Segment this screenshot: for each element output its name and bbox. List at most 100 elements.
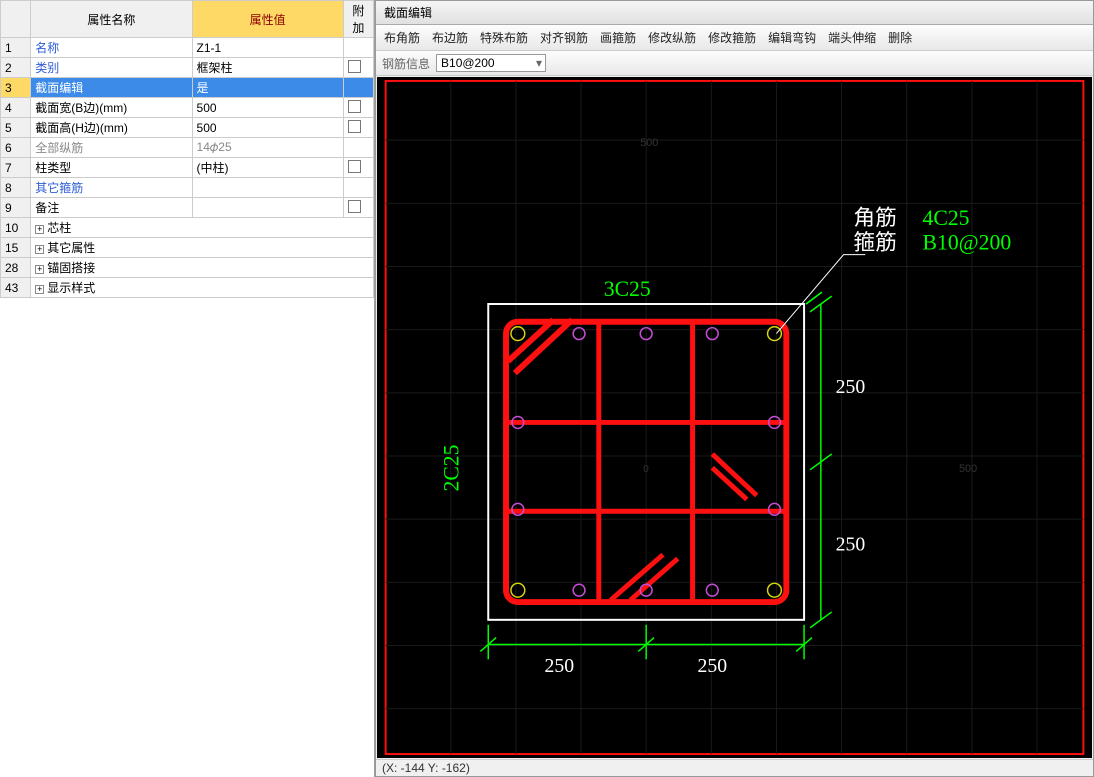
prop-row[interactable]: 3截面编辑是 [1, 78, 374, 98]
header-name[interactable]: 属性名称 [31, 1, 192, 38]
toolbar-button[interactable]: 布角筋 [384, 29, 420, 46]
header-value[interactable]: 属性值 [192, 1, 343, 38]
prop-name: 截面宽(B边)(mm) [35, 101, 127, 115]
prop-name: 显示样式 [47, 281, 95, 295]
expand-icon[interactable]: + [35, 285, 44, 294]
expand-icon[interactable]: + [35, 225, 44, 234]
prop-row[interactable]: 43+显示样式 [1, 278, 374, 298]
prop-name: 名称 [35, 41, 59, 55]
prop-name-cell[interactable]: 名称 [31, 38, 192, 58]
prop-name-cell[interactable]: 截面编辑 [31, 78, 192, 98]
prop-value-cell[interactable]: (中柱) [192, 158, 343, 178]
toolbar-rebar-info: 钢筋信息 B10@200 [376, 51, 1093, 76]
row-number: 6 [1, 138, 31, 158]
prop-row[interactable]: 4 截面宽(B边)(mm) 500 [1, 98, 374, 118]
dim-v1: 250 [836, 376, 866, 398]
legend1-lbl: 角筋 [853, 206, 896, 230]
prop-addon-cell[interactable] [343, 78, 373, 98]
toolbar-button[interactable]: 特殊布筋 [480, 29, 528, 46]
prop-row[interactable]: 9备注 [1, 198, 374, 218]
axis-y-label: 500 [959, 463, 977, 475]
addon-checkbox[interactable] [348, 160, 361, 173]
prop-addon-cell[interactable] [343, 178, 373, 198]
prop-row[interactable]: 7柱类型(中柱) [1, 158, 374, 178]
toolbar-button[interactable]: 编辑弯钩 [768, 29, 816, 46]
toolbar-button[interactable]: 布边筋 [432, 29, 468, 46]
grid: 500 500 0 [386, 81, 1084, 754]
prop-value-cell[interactable]: 是 [192, 78, 343, 98]
toolbar-button[interactable]: 删除 [888, 29, 912, 46]
prop-name-cell[interactable]: 备注 [31, 198, 192, 218]
property-panel: 属性名称 属性值 附加 1名称Z1-12类别框架柱3截面编辑是4截面宽(B边)(… [0, 0, 375, 777]
prop-row[interactable]: 6 全部纵筋 14𝜙25 [1, 138, 374, 158]
prop-name: 备注 [35, 201, 59, 215]
addon-checkbox[interactable] [348, 200, 361, 213]
row-number: 7 [1, 158, 31, 178]
prop-addon-cell[interactable] [343, 198, 373, 218]
prop-name: 芯柱 [47, 221, 71, 235]
prop-addon-cell[interactable] [343, 58, 373, 78]
row-number: 15 [1, 238, 31, 258]
prop-name-cell[interactable]: +其它属性 [31, 238, 374, 258]
expand-icon[interactable]: + [35, 265, 44, 274]
prop-name-cell[interactable]: 截面高(H边)(mm) [31, 118, 192, 138]
expand-icon[interactable]: + [35, 245, 44, 254]
row-number: 28 [1, 258, 31, 278]
prop-row[interactable]: 5截面高(H边)(mm)500 [1, 118, 374, 138]
header-addon[interactable]: 附加 [343, 1, 373, 38]
addon-checkbox[interactable] [348, 60, 361, 73]
prop-name-cell[interactable]: +锚固搭接 [31, 258, 374, 278]
label-left: 2C25 [440, 444, 464, 491]
header-blank [1, 1, 31, 38]
toolbar-button[interactable]: 修改纵筋 [648, 29, 696, 46]
prop-addon-cell[interactable] [343, 118, 373, 138]
prop-value-cell[interactable]: Z1-1 [192, 38, 343, 58]
prop-name-cell[interactable]: +显示样式 [31, 278, 374, 298]
prop-value-cell[interactable]: 500 [192, 118, 343, 138]
toolbar-button[interactable]: 修改箍筋 [708, 29, 756, 46]
prop-value-cell[interactable]: 500 [192, 98, 343, 118]
prop-addon-cell[interactable] [343, 98, 373, 118]
prop-addon-cell[interactable] [343, 38, 373, 58]
prop-row[interactable]: 1名称Z1-1 [1, 38, 374, 58]
addon-checkbox[interactable] [348, 120, 361, 133]
prop-row[interactable]: 8其它箍筋 [1, 178, 374, 198]
dim-h2: 250 [697, 655, 727, 677]
prop-addon-cell[interactable] [343, 138, 373, 158]
section-editor-panel: 截面编辑 布角筋布边筋特殊布筋对齐钢筋画箍筋修改纵筋修改箍筋编辑弯钩端头伸缩删除… [375, 0, 1094, 777]
section-canvas[interactable]: 500 500 0 [377, 77, 1092, 758]
rebar-info-combo[interactable]: B10@200 [436, 54, 546, 72]
property-table: 属性名称 属性值 附加 1名称Z1-12类别框架柱3截面编辑是4截面宽(B边)(… [0, 0, 374, 298]
prop-name: 全部纵筋 [35, 141, 83, 155]
prop-name-cell[interactable]: +芯柱 [31, 218, 374, 238]
prop-value-cell[interactable] [192, 178, 343, 198]
prop-row[interactable]: 2类别框架柱 [1, 58, 374, 78]
rebar-info-label: 钢筋信息 [382, 55, 430, 72]
row-number: 4 [1, 98, 31, 118]
origin-marker: 0 [643, 464, 649, 475]
prop-name-cell[interactable]: 其它箍筋 [31, 178, 192, 198]
prop-name-cell[interactable]: 柱类型 [31, 158, 192, 178]
prop-value-cell[interactable]: 框架柱 [192, 58, 343, 78]
prop-name: 截面高(H边)(mm) [35, 121, 128, 135]
row-number: 43 [1, 278, 31, 298]
prop-row[interactable]: 15+其它属性 [1, 238, 374, 258]
prop-name-cell[interactable]: 全部纵筋 [31, 138, 192, 158]
panel-title: 截面编辑 [376, 1, 1093, 25]
toolbar-button[interactable]: 端头伸缩 [828, 29, 876, 46]
dim-right: 250 250 [806, 292, 865, 628]
prop-value-cell[interactable]: 14𝜙25 [192, 138, 343, 158]
prop-value-cell[interactable] [192, 198, 343, 218]
legend2-lbl: 箍筋 [853, 231, 896, 255]
row-number: 2 [1, 58, 31, 78]
toolbar-button[interactable]: 画箍筋 [600, 29, 636, 46]
prop-name: 其它属性 [47, 241, 95, 255]
addon-checkbox[interactable] [348, 100, 361, 113]
legend2-val: B10@200 [923, 231, 1012, 255]
prop-addon-cell[interactable] [343, 158, 373, 178]
prop-row[interactable]: 10+芯柱 [1, 218, 374, 238]
prop-row[interactable]: 28+锚固搭接 [1, 258, 374, 278]
prop-name-cell[interactable]: 类别 [31, 58, 192, 78]
toolbar-button[interactable]: 对齐钢筋 [540, 29, 588, 46]
prop-name-cell[interactable]: 截面宽(B边)(mm) [31, 98, 192, 118]
